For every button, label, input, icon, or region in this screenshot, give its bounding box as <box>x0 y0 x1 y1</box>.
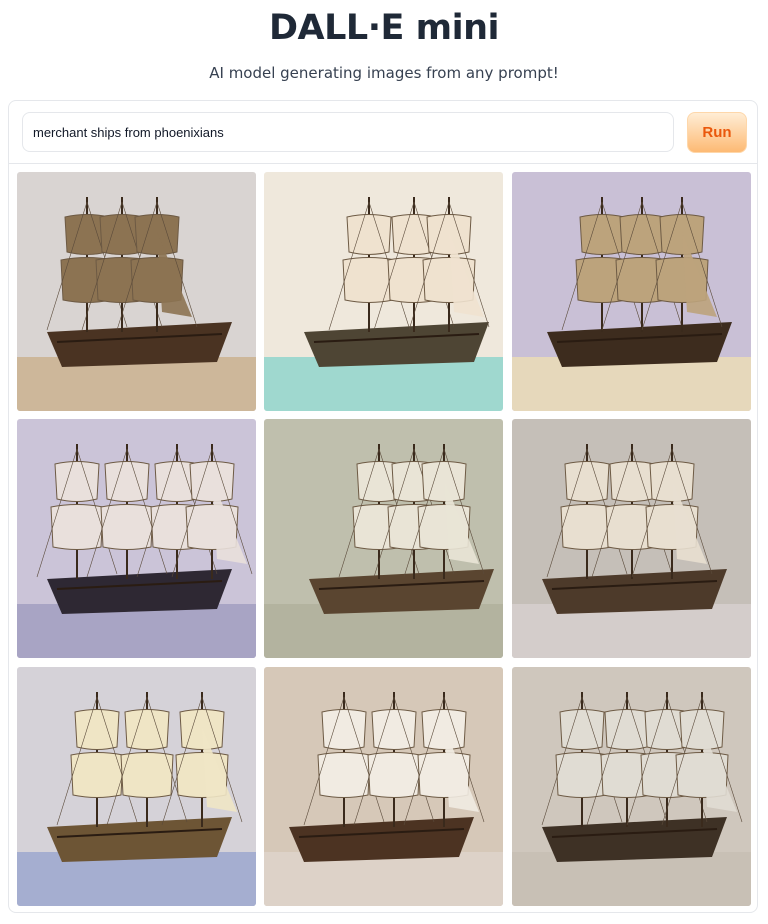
generated-image-4[interactable] <box>17 419 256 658</box>
ship-illustration <box>17 667 256 906</box>
generated-image-7[interactable] <box>17 667 256 906</box>
generated-image-2[interactable] <box>264 172 503 411</box>
generator-card: Run <box>8 100 758 913</box>
ship-illustration <box>512 667 751 906</box>
generated-image-5[interactable] <box>264 419 503 658</box>
generated-image-3[interactable] <box>512 172 751 411</box>
generated-image-9[interactable] <box>512 667 751 906</box>
prompt-input[interactable] <box>22 112 674 152</box>
ship-illustration <box>264 419 503 658</box>
ship-illustration <box>512 419 751 658</box>
ship-illustration <box>17 419 256 658</box>
run-button[interactable]: Run <box>687 112 747 153</box>
ship-illustration <box>17 172 256 411</box>
image-gallery <box>17 172 752 907</box>
app-title: DALL·E mini <box>268 8 500 48</box>
generated-image-1[interactable] <box>17 172 256 411</box>
ship-illustration <box>264 667 503 906</box>
app-subtitle: AI model generating images from any prom… <box>209 64 559 82</box>
page: DALL·E mini AI model generating images f… <box>0 0 768 924</box>
generated-image-6[interactable] <box>512 419 751 658</box>
ship-illustration <box>264 172 503 411</box>
prompt-row: Run <box>9 101 757 164</box>
ship-illustration <box>512 172 751 411</box>
generated-image-8[interactable] <box>264 667 503 906</box>
